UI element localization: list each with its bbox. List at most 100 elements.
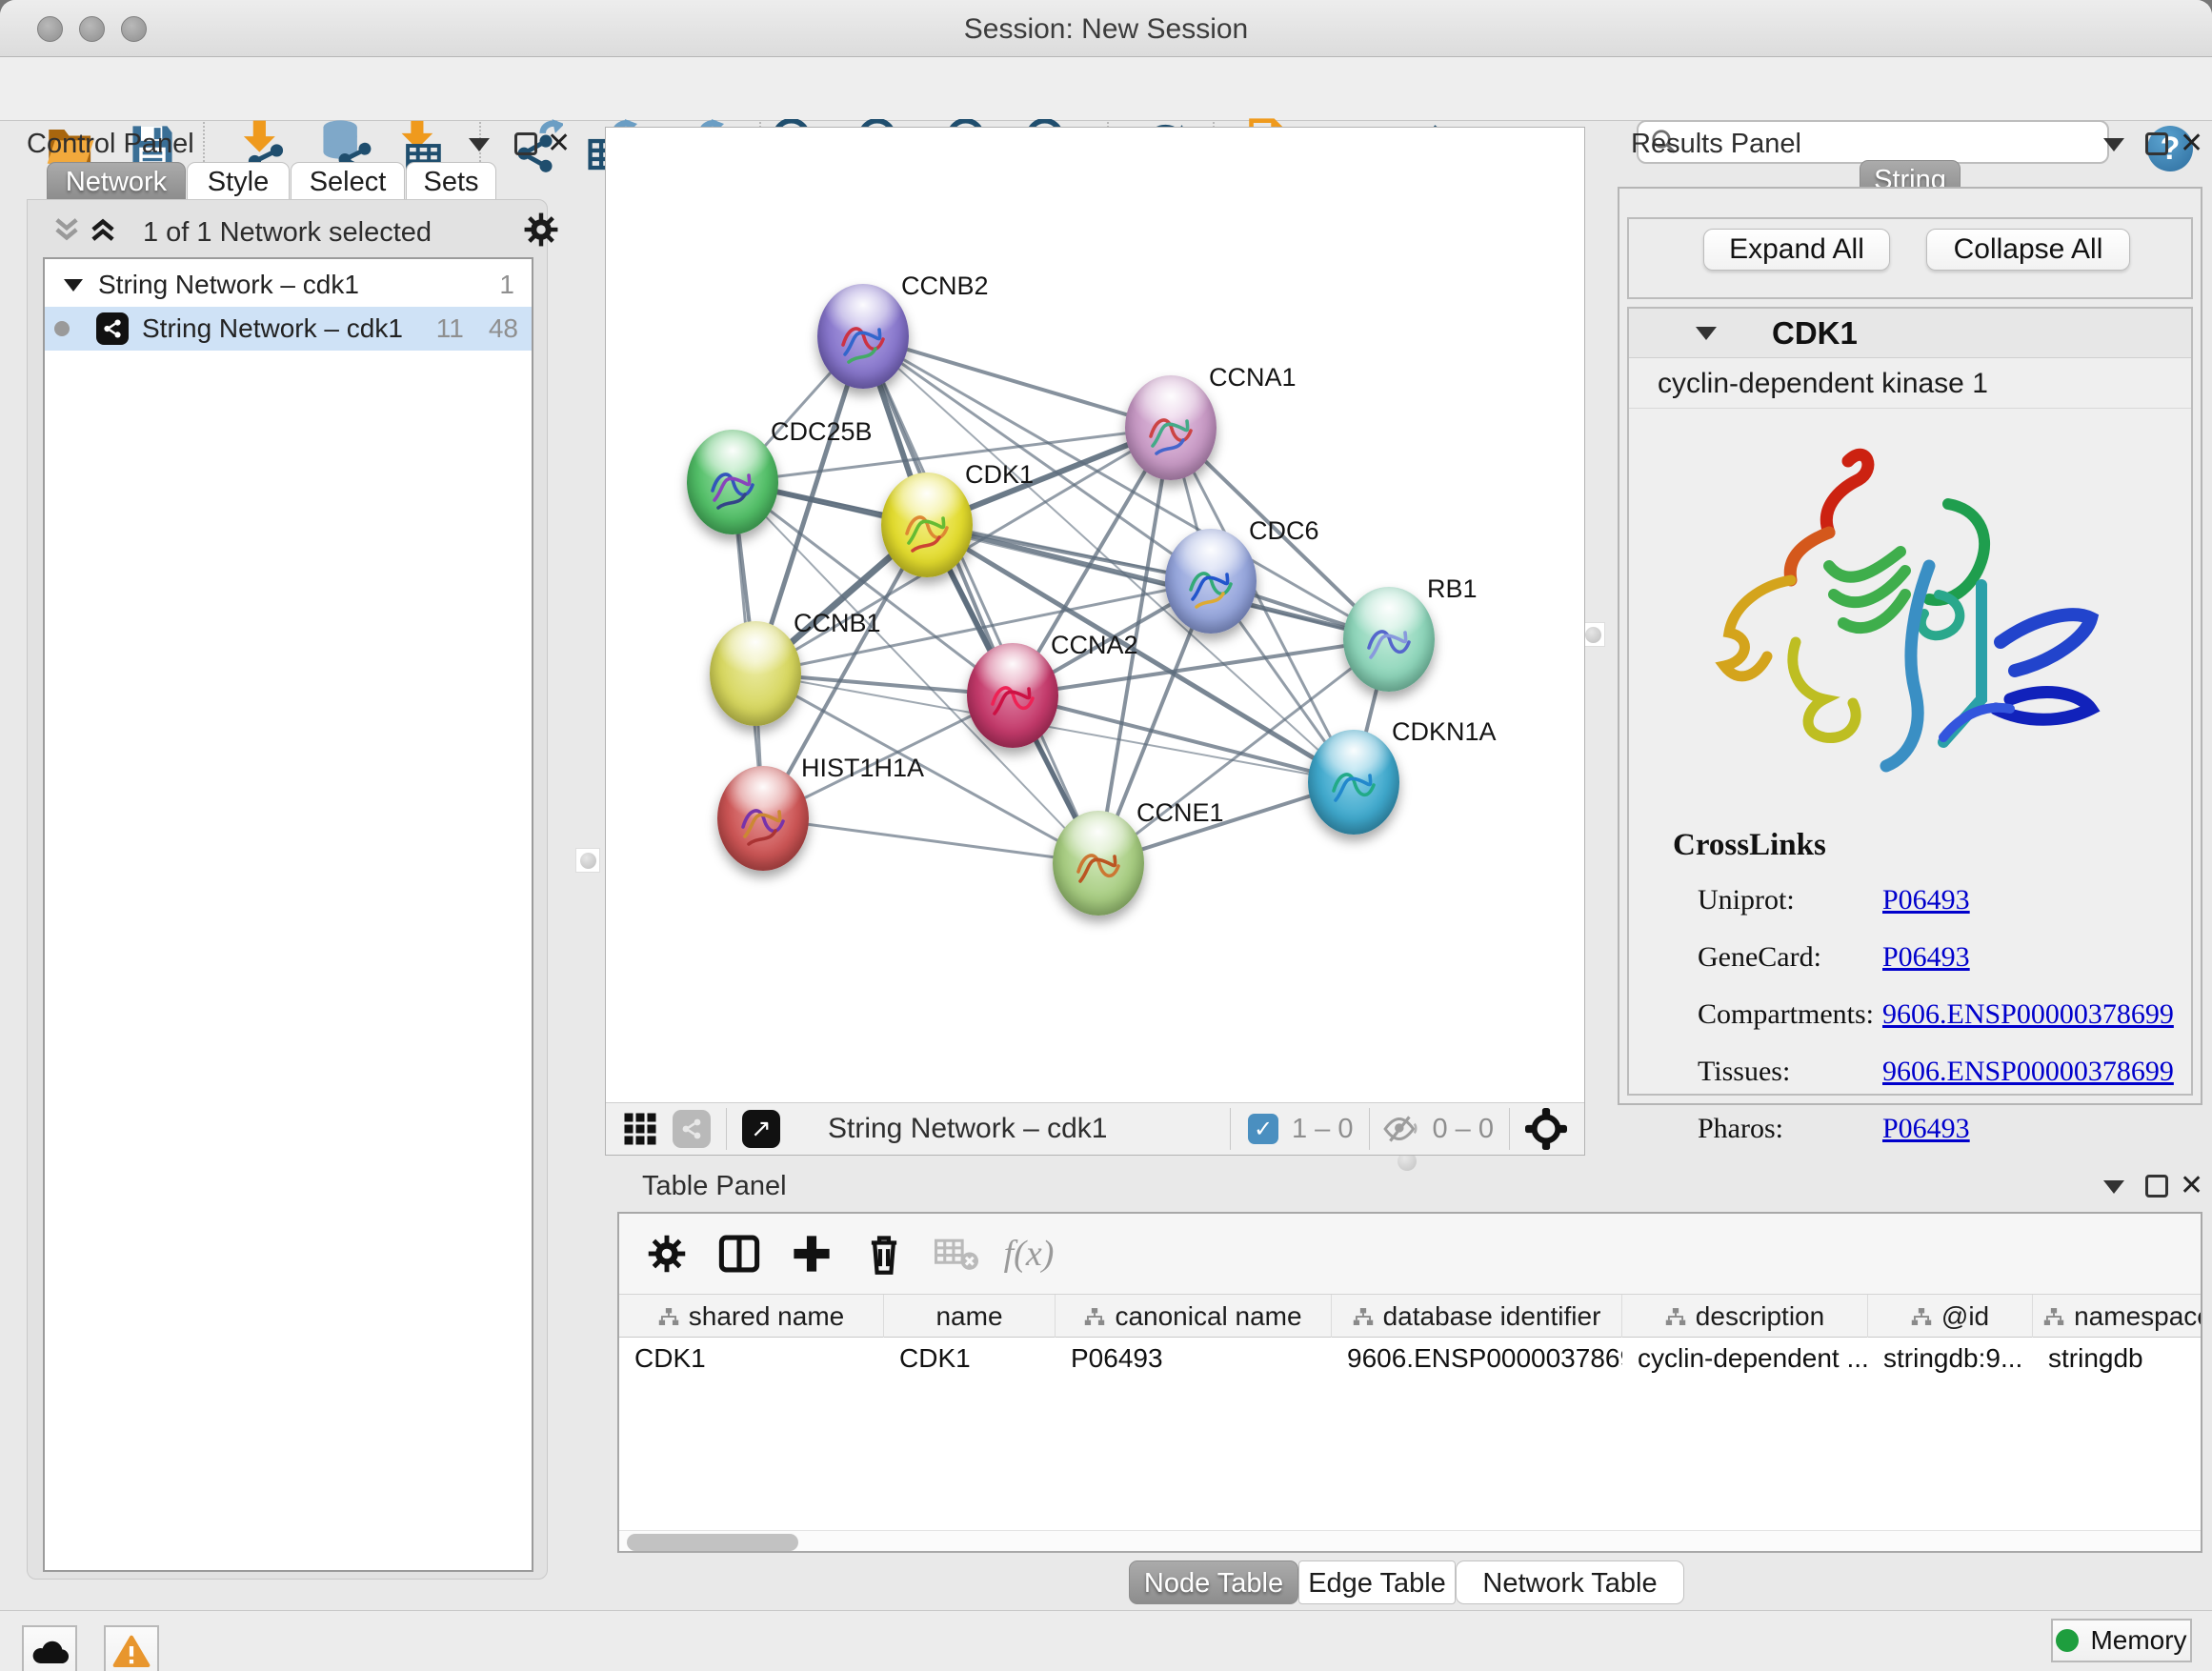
detach-view-button[interactable]: ↗ — [742, 1110, 780, 1148]
memory-button[interactable]: Memory — [2051, 1619, 2192, 1662]
delete-column-icon[interactable] — [854, 1225, 915, 1282]
pharos-link[interactable]: P06493 — [1882, 1113, 1970, 1144]
network-selection-status: 1 of 1 Network selected — [28, 210, 547, 255]
table-cell[interactable]: cyclin-dependent ... — [1622, 1338, 1868, 1379]
tab-select[interactable]: Select — [291, 162, 405, 200]
tab-network-table[interactable]: Network Table — [1456, 1560, 1684, 1604]
table-panel: Table Panel ✕ f(x) — [605, 1167, 2212, 1610]
table-hscrollbar-thumb[interactable] — [627, 1534, 798, 1551]
table-toolbar: f(x) — [619, 1214, 2201, 1294]
tab-edge-table[interactable]: Edge Table — [1298, 1560, 1456, 1604]
table-hscrollbar[interactable] — [619, 1530, 2201, 1553]
column-header-namespace[interactable]: namespace — [2033, 1295, 2202, 1339]
network-current-dot-icon — [54, 321, 70, 336]
vertical-splitter-handle-left[interactable] — [575, 848, 600, 873]
network-options-gear-icon[interactable] — [523, 211, 559, 248]
column-header-name[interactable]: name — [884, 1295, 1056, 1339]
network-edge[interactable] — [763, 818, 1098, 863]
table-panel-title: Table Panel — [642, 1171, 787, 1202]
collection-expander-icon[interactable] — [64, 279, 83, 292]
node-label-ccnb1: CCNB1 — [794, 609, 881, 638]
collection-count: 1 — [499, 270, 514, 300]
panel-float-icon[interactable] — [514, 132, 537, 160]
panel-close-icon[interactable]: ✕ — [2180, 1169, 2203, 1202]
table-header-row: shared namenamecanonical namedatabase id… — [619, 1294, 2202, 1338]
network-node-cdk1[interactable] — [881, 473, 973, 577]
network-node-cdc6[interactable] — [1165, 529, 1257, 634]
network-collection-row[interactable]: String Network – cdk1 1 — [45, 263, 532, 307]
network-node-ccna2[interactable] — [967, 643, 1058, 748]
network-view-toolbar: ↗ String Network – cdk1 ✓ 1 – 0 0 – 0 — [606, 1102, 1584, 1155]
table-cell[interactable]: CDK1 — [619, 1338, 884, 1379]
network-edge[interactable] — [863, 336, 1098, 863]
birds-eye-view-icon[interactable] — [673, 1110, 711, 1148]
tab-network[interactable]: Network — [47, 162, 186, 200]
network-node-hist1h1a[interactable] — [717, 766, 809, 871]
protein-header[interactable]: CDK1 — [1629, 309, 2191, 358]
protein-thumbnail-icon — [1326, 762, 1381, 817]
expand-all-button[interactable]: Expand All — [1703, 229, 1890, 271]
table-cell[interactable]: P06493 — [1056, 1338, 1332, 1379]
network-node-ccne1[interactable] — [1053, 811, 1144, 916]
collection-name: String Network – cdk1 — [98, 270, 359, 300]
warnings-button[interactable] — [104, 1625, 159, 1671]
collapse-all-button[interactable]: Collapse All — [1926, 229, 2130, 271]
tab-node-table[interactable]: Node Table — [1129, 1560, 1298, 1604]
column-header--id[interactable]: @id — [1868, 1295, 2033, 1339]
network-row[interactable]: String Network – cdk1 11 48 — [45, 307, 532, 351]
panel-collapse-icon[interactable] — [2103, 1180, 2124, 1198]
table-cell[interactable]: stringdb:9... — [1868, 1338, 2033, 1379]
compartments-link[interactable]: 9606.ENSP00000378699 — [1882, 998, 2174, 1030]
column-header-database-identifier[interactable]: database identifier — [1332, 1295, 1622, 1339]
network-canvas[interactable]: CCNB2CCNA1CDC25BCDK1CDC6RB1CCNB1CCNA2CDK… — [606, 128, 1584, 1102]
network-node-cdkn1a[interactable] — [1308, 730, 1399, 835]
protein-expander-icon[interactable] — [1696, 327, 1717, 340]
expand-collapse-box: Expand All Collapse All — [1627, 217, 2193, 299]
table-cell[interactable]: stringdb — [2033, 1338, 2202, 1379]
string-results-content: Expand All Collapse All CDK1 cyclin-depe… — [1618, 187, 2202, 1105]
show-columns-icon[interactable] — [709, 1225, 770, 1282]
selected-checkbox-icon[interactable]: ✓ — [1248, 1114, 1278, 1144]
panel-float-icon[interactable] — [2145, 132, 2168, 160]
table-options-gear-icon[interactable] — [636, 1225, 697, 1282]
network-node-ccnb1[interactable] — [710, 621, 801, 726]
column-header-shared-name[interactable]: shared name — [619, 1295, 884, 1339]
panel-collapse-icon[interactable] — [469, 138, 490, 156]
genecard-link[interactable]: P06493 — [1882, 941, 1970, 973]
node-label-hist1h1a: HIST1H1A — [801, 754, 924, 783]
tissues-link[interactable]: 9606.ENSP00000378699 — [1882, 1056, 2174, 1087]
column-header-description[interactable]: description — [1622, 1295, 1868, 1339]
create-column-icon[interactable] — [781, 1225, 842, 1282]
table-cell[interactable]: 9606.ENSP00000378699 — [1332, 1338, 1622, 1379]
automation-cloud-button[interactable] — [22, 1625, 77, 1671]
node-label-ccne1: CCNE1 — [1136, 798, 1224, 828]
column-header-canonical-name[interactable]: canonical name — [1056, 1295, 1332, 1339]
network-list: String Network – cdk1 1 String Network –… — [43, 257, 533, 1572]
crosslink-row: Compartments: 9606.ENSP00000378699 — [1698, 998, 2191, 1031]
tab-sets[interactable]: Sets — [406, 162, 496, 200]
panel-float-icon[interactable] — [2145, 1175, 2168, 1202]
panel-close-icon[interactable]: ✕ — [2180, 127, 2203, 160]
grid-view-icon[interactable] — [623, 1112, 657, 1146]
control-panel: Control Panel ✕ Network Style Select Set… — [0, 121, 581, 1610]
network-type-icon — [96, 312, 129, 345]
delete-table-icon — [926, 1225, 987, 1282]
node-label-ccnb2: CCNB2 — [901, 272, 989, 301]
table-cell[interactable]: CDK1 — [884, 1338, 1056, 1379]
network-node-rb1[interactable] — [1343, 587, 1435, 692]
panel-collapse-icon[interactable] — [2103, 138, 2124, 156]
network-node-cdc25b[interactable] — [687, 430, 778, 534]
status-bar: Memory — [0, 1610, 2212, 1671]
node-label-cdkn1a: CDKN1A — [1392, 717, 1497, 747]
crosshair-icon[interactable] — [1525, 1108, 1567, 1150]
panel-close-icon[interactable]: ✕ — [547, 127, 571, 160]
network-edge[interactable] — [863, 336, 1171, 428]
network-node-ccna1[interactable] — [1125, 375, 1217, 480]
uniprot-link[interactable]: P06493 — [1882, 884, 1970, 916]
crosslink-row: Tissues: 9606.ENSP00000378699 — [1698, 1056, 2191, 1088]
network-edge[interactable] — [927, 525, 1389, 639]
column-namespace-icon — [1665, 1308, 1686, 1326]
tab-style[interactable]: Style — [187, 162, 290, 200]
cytoscape-window: Session: New Session — [0, 0, 2212, 1671]
network-node-ccnb2[interactable] — [817, 284, 909, 389]
